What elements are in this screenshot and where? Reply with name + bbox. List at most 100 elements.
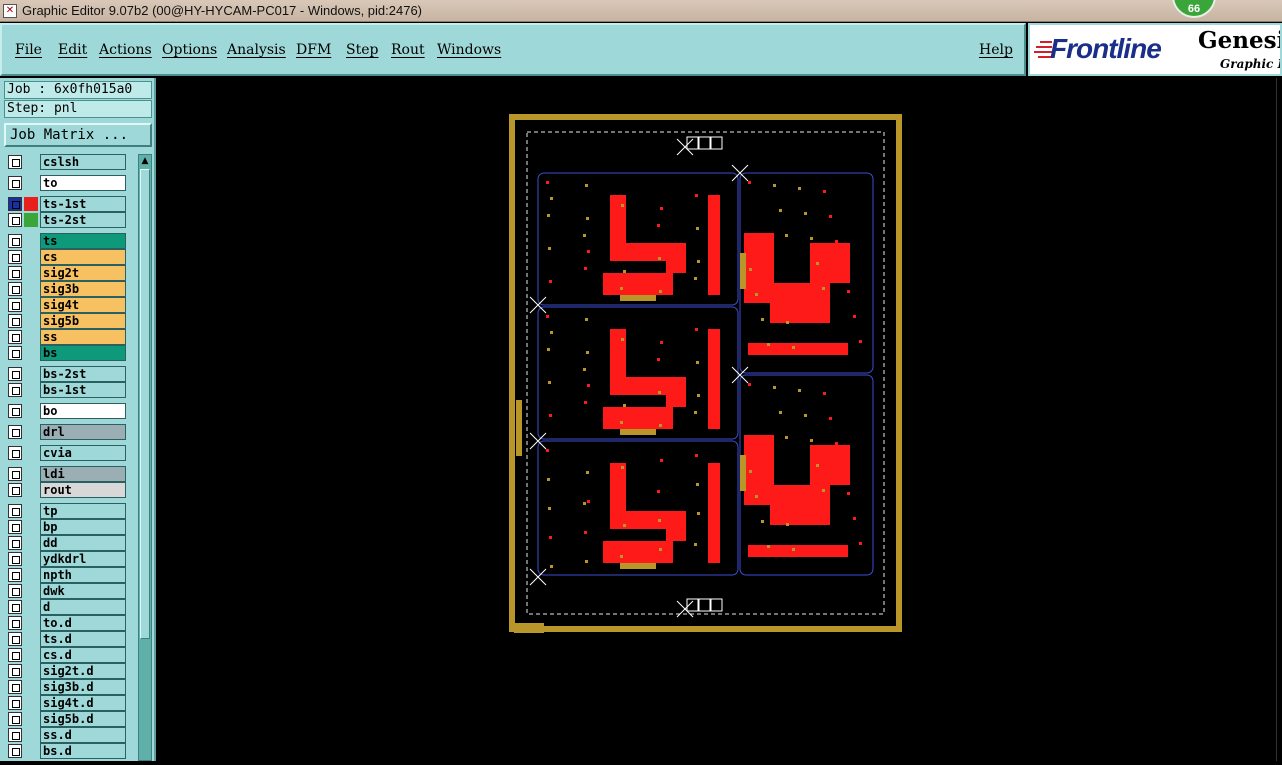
layer-checkbox[interactable] xyxy=(8,446,22,460)
layer-row-ts[interactable]: ts xyxy=(6,233,126,249)
layer-checkbox[interactable] xyxy=(8,680,22,694)
layer-name[interactable]: bp xyxy=(40,519,126,535)
layer-row-cs.d[interactable]: cs.d xyxy=(6,647,126,663)
layer-row-ydkdrl[interactable]: ydkdrl xyxy=(6,551,126,567)
layer-name[interactable]: ydkdrl xyxy=(40,551,126,567)
layer-row-drl[interactable]: drl xyxy=(6,424,126,440)
layer-checkbox[interactable] xyxy=(8,552,22,566)
layer-name[interactable]: ts xyxy=(40,233,126,249)
layer-name[interactable]: sig5b xyxy=(40,313,126,329)
layer-name[interactable]: sig3b.d xyxy=(40,679,126,695)
layer-checkbox[interactable] xyxy=(8,176,22,190)
layer-name[interactable]: bs-2st xyxy=(40,366,126,382)
layer-name[interactable]: cslsh xyxy=(40,154,126,170)
layer-row-bs-1st[interactable]: bs-1st xyxy=(6,382,126,398)
layer-checkbox[interactable] xyxy=(8,744,22,758)
graphic-canvas[interactable] xyxy=(158,78,1276,761)
scroll-thumb[interactable] xyxy=(140,169,150,639)
layer-checkbox[interactable] xyxy=(8,696,22,710)
layer-row-ss.d[interactable]: ss.d xyxy=(6,727,126,743)
layer-checkbox[interactable] xyxy=(8,266,22,280)
layer-checkbox[interactable] xyxy=(8,404,22,418)
layer-row-bs.d[interactable]: bs.d xyxy=(6,743,126,759)
layer-row-tp[interactable]: tp xyxy=(6,503,126,519)
layer-name[interactable]: bs-1st xyxy=(40,382,126,398)
job-matrix-button[interactable]: Job Matrix ... xyxy=(4,123,152,147)
layer-checkbox[interactable] xyxy=(8,282,22,296)
layer-name[interactable]: cvia xyxy=(40,445,126,461)
layer-checkbox[interactable] xyxy=(8,367,22,381)
menu-windows[interactable]: Windows xyxy=(437,42,501,58)
menu-file[interactable]: File xyxy=(15,42,42,58)
layer-row-ts.d[interactable]: ts.d xyxy=(6,631,126,647)
layer-checkbox[interactable] xyxy=(8,728,22,742)
menu-dfm[interactable]: DFM xyxy=(296,42,331,58)
menu-step[interactable]: Step xyxy=(346,42,378,58)
layer-row-sig4t.d[interactable]: sig4t.d xyxy=(6,695,126,711)
layer-row-cvia[interactable]: cvia xyxy=(6,445,126,461)
layer-row-bo[interactable]: bo xyxy=(6,403,126,419)
layer-checkbox[interactable] xyxy=(8,234,22,248)
layer-checkbox[interactable] xyxy=(8,298,22,312)
layer-checkbox[interactable] xyxy=(8,648,22,662)
layer-row-sig2t.d[interactable]: sig2t.d xyxy=(6,663,126,679)
layer-row-bs-2st[interactable]: bs-2st xyxy=(6,366,126,382)
layer-row-ldi[interactable]: ldi xyxy=(6,466,126,482)
layer-row-sig5b.d[interactable]: sig5b.d xyxy=(6,711,126,727)
menu-analysis[interactable]: Analysis xyxy=(227,42,286,58)
layer-name[interactable]: tp xyxy=(40,503,126,519)
layer-name[interactable]: bs.d xyxy=(40,743,126,759)
layer-checkbox[interactable] xyxy=(8,346,22,360)
layer-row-d[interactable]: d xyxy=(6,599,126,615)
layer-scrollbar[interactable]: ▲ xyxy=(138,154,152,761)
layer-row-ss[interactable]: ss xyxy=(6,329,126,345)
layer-name[interactable]: cs.d xyxy=(40,647,126,663)
layer-name[interactable]: ts.d xyxy=(40,631,126,647)
layer-row-dd[interactable]: dd xyxy=(6,535,126,551)
layer-checkbox[interactable] xyxy=(8,213,22,227)
menu-edit[interactable]: Edit xyxy=(58,42,87,58)
layer-row-bp[interactable]: bp xyxy=(6,519,126,535)
layer-row-npth[interactable]: npth xyxy=(6,567,126,583)
layer-checkbox[interactable] xyxy=(8,155,22,169)
layer-row-rout[interactable]: rout xyxy=(6,482,126,498)
layer-name[interactable]: npth xyxy=(40,567,126,583)
layer-name[interactable]: d xyxy=(40,599,126,615)
layer-row-ts-1st[interactable]: ts-1st xyxy=(6,196,126,212)
menu-rout[interactable]: Rout xyxy=(391,42,425,58)
layer-name[interactable]: to.d xyxy=(40,615,126,631)
layer-row-bs[interactable]: bs xyxy=(6,345,126,361)
layer-checkbox[interactable] xyxy=(8,616,22,630)
layer-row-dwk[interactable]: dwk xyxy=(6,583,126,599)
layer-checkbox[interactable] xyxy=(8,425,22,439)
layer-row-ts-2st[interactable]: ts-2st xyxy=(6,212,126,228)
layer-checkbox[interactable] xyxy=(8,632,22,646)
layer-row-sig4t[interactable]: sig4t xyxy=(6,297,126,313)
layer-checkbox[interactable] xyxy=(8,536,22,550)
layer-checkbox[interactable] xyxy=(8,467,22,481)
menu-help[interactable]: Help xyxy=(979,42,1013,58)
layer-name[interactable]: bo xyxy=(40,403,126,419)
layer-row-sig5b[interactable]: sig5b xyxy=(6,313,126,329)
layer-name[interactable]: ldi xyxy=(40,466,126,482)
layer-name[interactable]: dwk xyxy=(40,583,126,599)
layer-row-cs[interactable]: cs xyxy=(6,249,126,265)
layer-name[interactable]: bs xyxy=(40,345,126,361)
layer-checkbox[interactable] xyxy=(8,483,22,497)
layer-name[interactable]: sig3b xyxy=(40,281,126,297)
layer-checkbox[interactable] xyxy=(8,568,22,582)
menu-actions[interactable]: Actions xyxy=(99,42,152,58)
layer-row-to[interactable]: to xyxy=(6,175,126,191)
layer-name[interactable]: ts-2st xyxy=(40,212,126,228)
layer-name[interactable]: sig2t.d xyxy=(40,663,126,679)
layer-name[interactable]: sig2t xyxy=(40,265,126,281)
layer-checkbox[interactable] xyxy=(8,584,22,598)
layer-name[interactable]: ss.d xyxy=(40,727,126,743)
layer-name[interactable]: to xyxy=(40,175,126,191)
layer-row-sig3b.d[interactable]: sig3b.d xyxy=(6,679,126,695)
layer-row-sig3b[interactable]: sig3b xyxy=(6,281,126,297)
layer-name[interactable]: ss xyxy=(40,329,126,345)
layer-checkbox[interactable] xyxy=(8,330,22,344)
scroll-up-icon[interactable]: ▲ xyxy=(139,155,151,167)
layer-name[interactable]: rout xyxy=(40,482,126,498)
